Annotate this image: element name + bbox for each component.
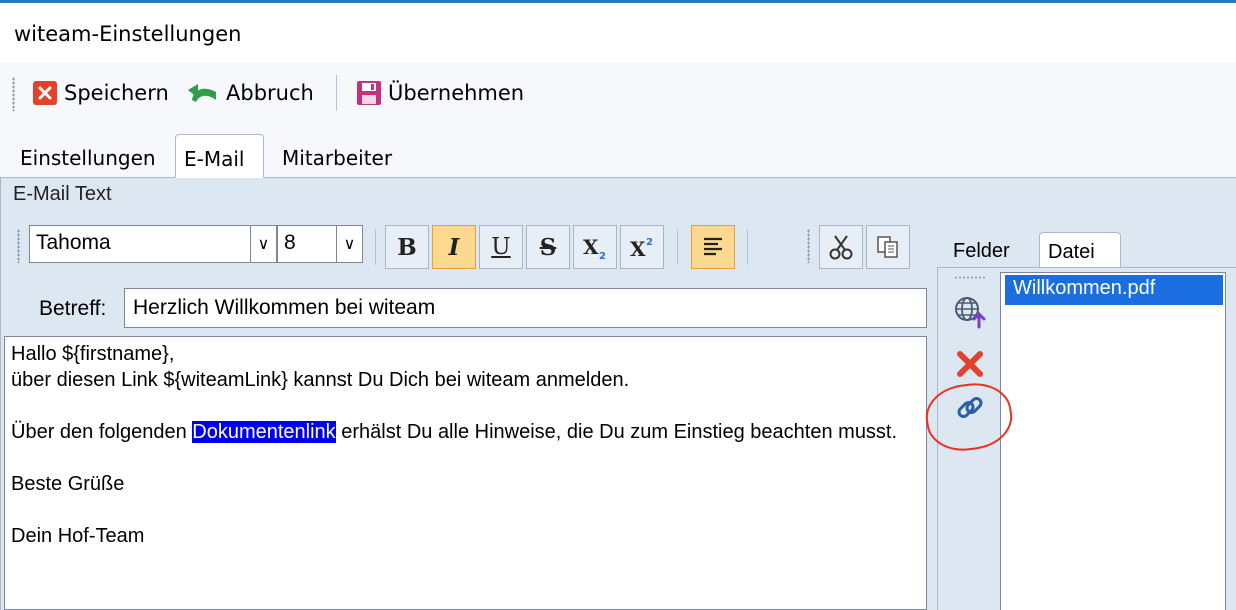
save-button[interactable]: Speichern xyxy=(32,77,169,109)
format-toolbar-grip[interactable] xyxy=(807,229,810,263)
side-tabs: Felder Datei xyxy=(937,222,1236,270)
format-separator xyxy=(677,229,678,265)
svg-text:X: X xyxy=(630,237,646,261)
font-family-select[interactable]: Tahoma ∨ xyxy=(29,225,277,263)
floppy-disk-icon xyxy=(356,80,382,106)
tab-einstellungen[interactable]: Einstellungen xyxy=(12,134,164,178)
toolbar-separator xyxy=(336,75,337,111)
tab-felder[interactable]: Felder xyxy=(945,232,1018,270)
body-text: erhälst Du alle Hinweise, die Du zum Ein… xyxy=(335,421,898,443)
copy-icon xyxy=(877,236,898,258)
body-line-empty xyxy=(11,445,920,471)
globe-upload-icon xyxy=(955,297,986,329)
window-title: witeam-Einstellungen xyxy=(14,22,242,46)
format-toolbar: Tahoma ∨ 8 ∨ B I U S X2 X2 xyxy=(7,215,925,273)
list-item[interactable]: Willkommen.pdf xyxy=(1005,275,1223,305)
attachment-list[interactable]: Willkommen.pdf xyxy=(1000,272,1226,610)
chevron-down-icon[interactable]: ∨ xyxy=(336,226,362,262)
selected-text: Dokumentenlink xyxy=(192,421,336,443)
underline-button[interactable]: U xyxy=(479,225,523,269)
italic-icon: I xyxy=(448,233,460,261)
font-family-value: Tahoma xyxy=(36,231,111,254)
svg-text:2: 2 xyxy=(599,251,606,262)
superscript-button[interactable]: X2 xyxy=(620,225,664,269)
upload-button[interactable] xyxy=(950,292,990,332)
subject-label: Betreff: xyxy=(39,297,107,320)
email-pane: E-Mail Text Tahoma ∨ 8 ∨ B I U S X2 X2 B… xyxy=(0,178,1236,610)
bold-icon: B xyxy=(397,233,417,261)
svg-text:2: 2 xyxy=(646,237,653,248)
cancel-button-label: Abbruch xyxy=(226,81,314,105)
body-line: Über den folgenden Dokumentenlink erhäls… xyxy=(11,419,920,445)
subject-input[interactable]: Herzlich Willkommen bei witeam xyxy=(124,288,927,328)
email-body-editor[interactable]: Hallo ${firstname}, über diesen Link ${w… xyxy=(4,336,927,610)
cut-button[interactable] xyxy=(819,225,863,269)
tab-datei[interactable]: Datei xyxy=(1039,232,1121,270)
title-bar: witeam-Einstellungen xyxy=(0,3,1236,63)
toolbar-grip[interactable] xyxy=(12,77,15,111)
font-size-select[interactable]: 8 ∨ xyxy=(277,225,363,263)
body-line-empty xyxy=(11,497,920,523)
delete-icon xyxy=(957,351,983,377)
subscript-icon: X2 xyxy=(583,235,606,262)
body-line: Beste Grüße xyxy=(11,473,125,495)
scissors-icon xyxy=(829,235,853,260)
align-left-icon xyxy=(704,237,722,256)
subscript-button[interactable]: X2 xyxy=(573,225,617,269)
superscript-icon: X2 xyxy=(630,237,653,261)
delete-attachment-button[interactable] xyxy=(950,344,990,384)
format-toolbar-grip[interactable] xyxy=(17,229,20,263)
bold-button[interactable]: B xyxy=(385,225,429,269)
chevron-down-icon[interactable]: ∨ xyxy=(250,226,276,262)
save-button-label: Speichern xyxy=(64,81,169,105)
svg-text:X: X xyxy=(583,235,599,259)
italic-button[interactable]: I xyxy=(432,225,476,269)
body-line: Dein Hof-Team xyxy=(11,525,145,547)
copy-button[interactable] xyxy=(866,225,910,269)
body-line: Hallo ${firstname}, xyxy=(11,343,175,365)
apply-button[interactable]: Übernehmen xyxy=(356,77,524,109)
apply-button-label: Übernehmen xyxy=(388,81,525,105)
underline-icon: U xyxy=(491,234,511,260)
body-line: über diesen Link ${witeamLink} kannst Du… xyxy=(11,369,630,391)
attachment-toolbar-grip[interactable] xyxy=(954,276,986,279)
main-toolbar: Speichern Abbruch Übernehmen xyxy=(0,63,1236,123)
format-separator xyxy=(747,229,748,265)
close-icon xyxy=(32,80,58,106)
section-title: E-Mail Text xyxy=(13,183,112,205)
strikethrough-icon: S xyxy=(539,233,557,261)
main-tabs: Einstellungen E-Mail Mitarbeiter xyxy=(0,123,1236,178)
format-separator xyxy=(375,229,376,265)
strikethrough-button[interactable]: S xyxy=(526,225,570,269)
undo-icon xyxy=(186,80,220,106)
body-line-empty xyxy=(11,393,920,419)
body-text: Über den folgenden xyxy=(11,421,193,443)
tab-email[interactable]: E-Mail xyxy=(175,134,264,178)
font-size-value: 8 xyxy=(284,231,296,254)
tab-mitarbeiter[interactable]: Mitarbeiter xyxy=(274,134,400,178)
align-left-button[interactable] xyxy=(691,225,735,269)
cancel-button[interactable]: Abbruch xyxy=(186,77,314,109)
